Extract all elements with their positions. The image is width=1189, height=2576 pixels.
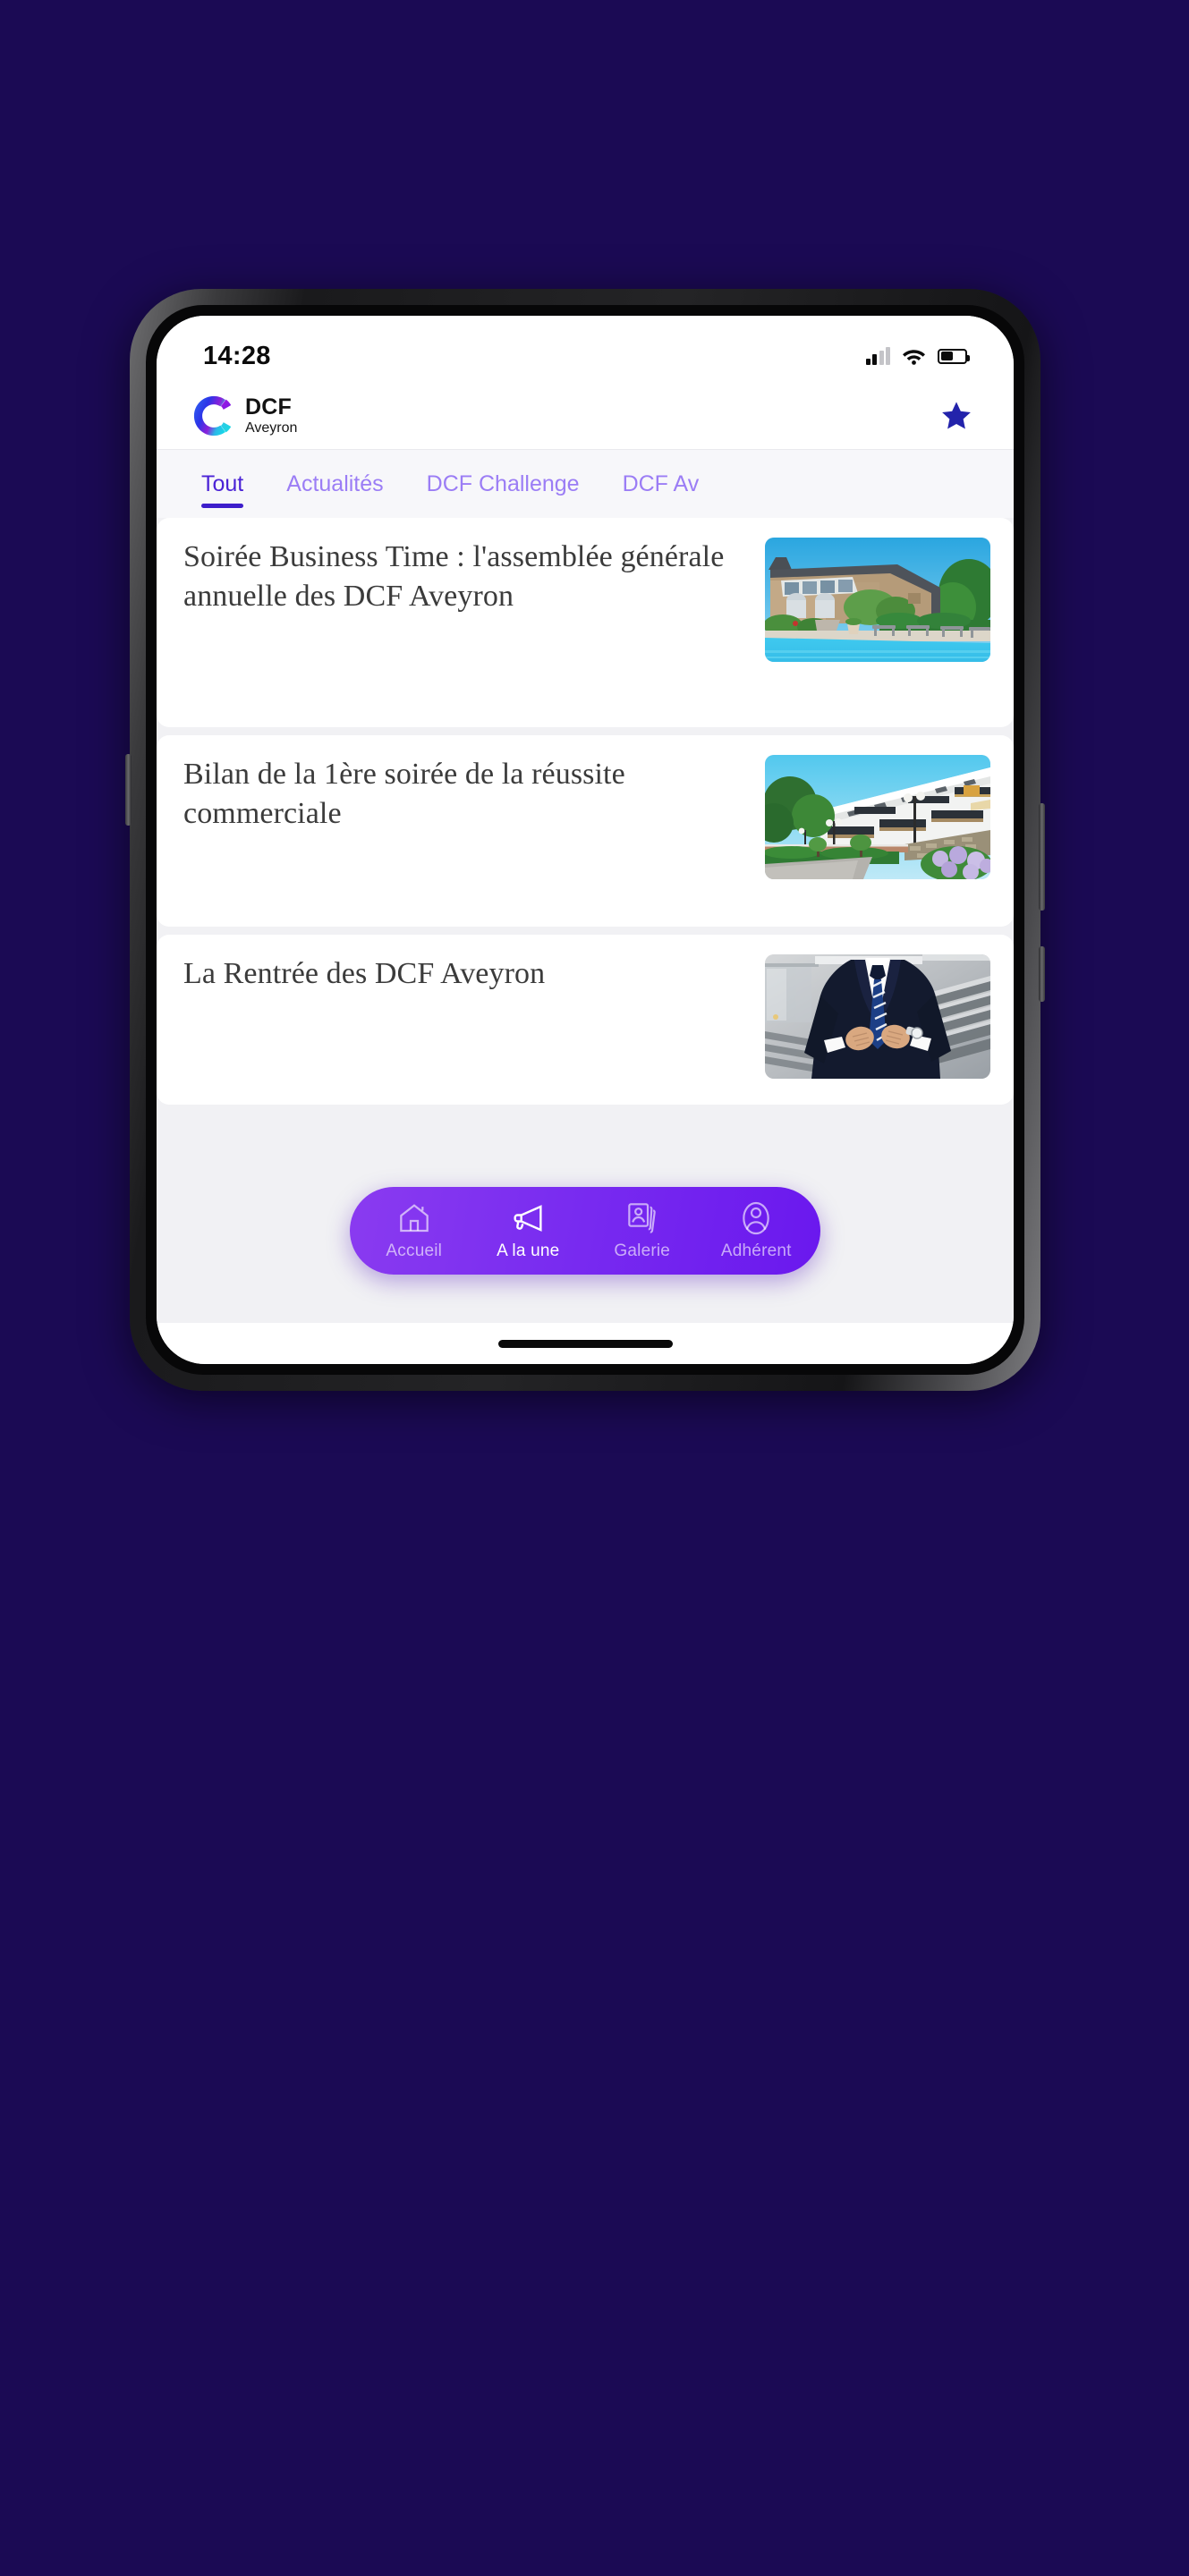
article-thumbnail[interactable] [765, 538, 990, 662]
megaphone-icon [514, 1205, 542, 1232]
article-feed[interactable]: Soirée Business Time : l'assemblée génér… [157, 518, 1014, 1323]
bottom-nav-container: Accueil A la une Galerie Adhérent [157, 1187, 1014, 1275]
nav-item-adherent[interactable]: Adhérent [702, 1200, 810, 1261]
nav-label: Accueil [386, 1241, 443, 1260]
nav-item-accueil[interactable]: Accueil [361, 1200, 468, 1261]
person-icon [743, 1201, 769, 1235]
businessman-image [765, 954, 990, 1079]
brand-subtitle: Aveyron [245, 419, 298, 436]
article-title: La Rentrée des DCF Aveyron [183, 957, 546, 990]
phone-screen: 14:28 DCF Aveyron Tout Actualités DCF Ch… [157, 316, 1014, 1364]
nav-label: Galerie [614, 1241, 671, 1260]
wifi-icon [903, 350, 925, 365]
home-icon [399, 1204, 429, 1233]
tab-actualites[interactable]: Actualités [265, 450, 404, 518]
nav-label: Adhérent [720, 1241, 792, 1260]
category-tab-bar[interactable]: Tout Actualités DCF Challenge DCF Av [157, 450, 1014, 518]
phone-bezel: 14:28 DCF Aveyron Tout Actualités DCF Ch… [146, 305, 1024, 1375]
cellular-signal-icon [865, 347, 890, 365]
brand-name: DCF [245, 394, 292, 419]
phone-frame: 14:28 DCF Aveyron Tout Actualités DCF Ch… [125, 289, 1045, 1391]
screenshot-stage: 14:28 DCF Aveyron Tout Actualités DCF Ch… [0, 0, 1189, 2576]
app-header: DCF Aveyron [157, 382, 1014, 450]
apartment-building-image [765, 755, 990, 879]
tab-dcf-aveyron[interactable]: DCF Av [601, 450, 721, 518]
status-bar: 14:28 [157, 316, 1014, 382]
star-icon[interactable] [940, 400, 972, 432]
photos-icon [628, 1203, 656, 1233]
article-title: Bilan de la 1ère soirée de la réussite c… [183, 758, 625, 830]
stone-manor-pool-image [765, 538, 990, 662]
article-card[interactable]: La Rentrée des DCF Aveyron [157, 935, 1014, 1105]
nav-item-galerie[interactable]: Galerie [589, 1200, 696, 1261]
nav-item-a-la-une[interactable]: A la une [474, 1200, 582, 1261]
brand-logo[interactable]: DCF Aveyron [192, 394, 297, 437]
status-bar-icons [865, 347, 970, 365]
side-button-left[interactable] [125, 754, 132, 826]
bottom-navigation-bar[interactable]: Accueil A la une Galerie Adhérent [350, 1187, 820, 1275]
tab-dcf-challenge[interactable]: DCF Challenge [405, 450, 601, 518]
tab-tout[interactable]: Tout [180, 450, 265, 518]
home-indicator-bar [157, 1323, 1014, 1364]
article-card[interactable]: Bilan de la 1ère soirée de la réussite c… [157, 735, 1014, 927]
dcf-logo-icon [193, 395, 232, 436]
power-button[interactable] [1039, 803, 1045, 911]
nav-label: A la une [497, 1241, 560, 1260]
status-bar-clock: 14:28 [203, 341, 271, 370]
brand-text: DCF Aveyron [245, 394, 298, 436]
article-title: Soirée Business Time : l'assemblée génér… [183, 540, 725, 613]
battery-icon [938, 348, 970, 364]
article-thumbnail[interactable] [765, 954, 990, 1079]
article-card[interactable]: Soirée Business Time : l'assemblée génér… [157, 518, 1014, 727]
home-indicator[interactable] [497, 1339, 673, 1348]
volume-button[interactable] [1039, 946, 1045, 1002]
article-thumbnail[interactable] [765, 755, 990, 879]
